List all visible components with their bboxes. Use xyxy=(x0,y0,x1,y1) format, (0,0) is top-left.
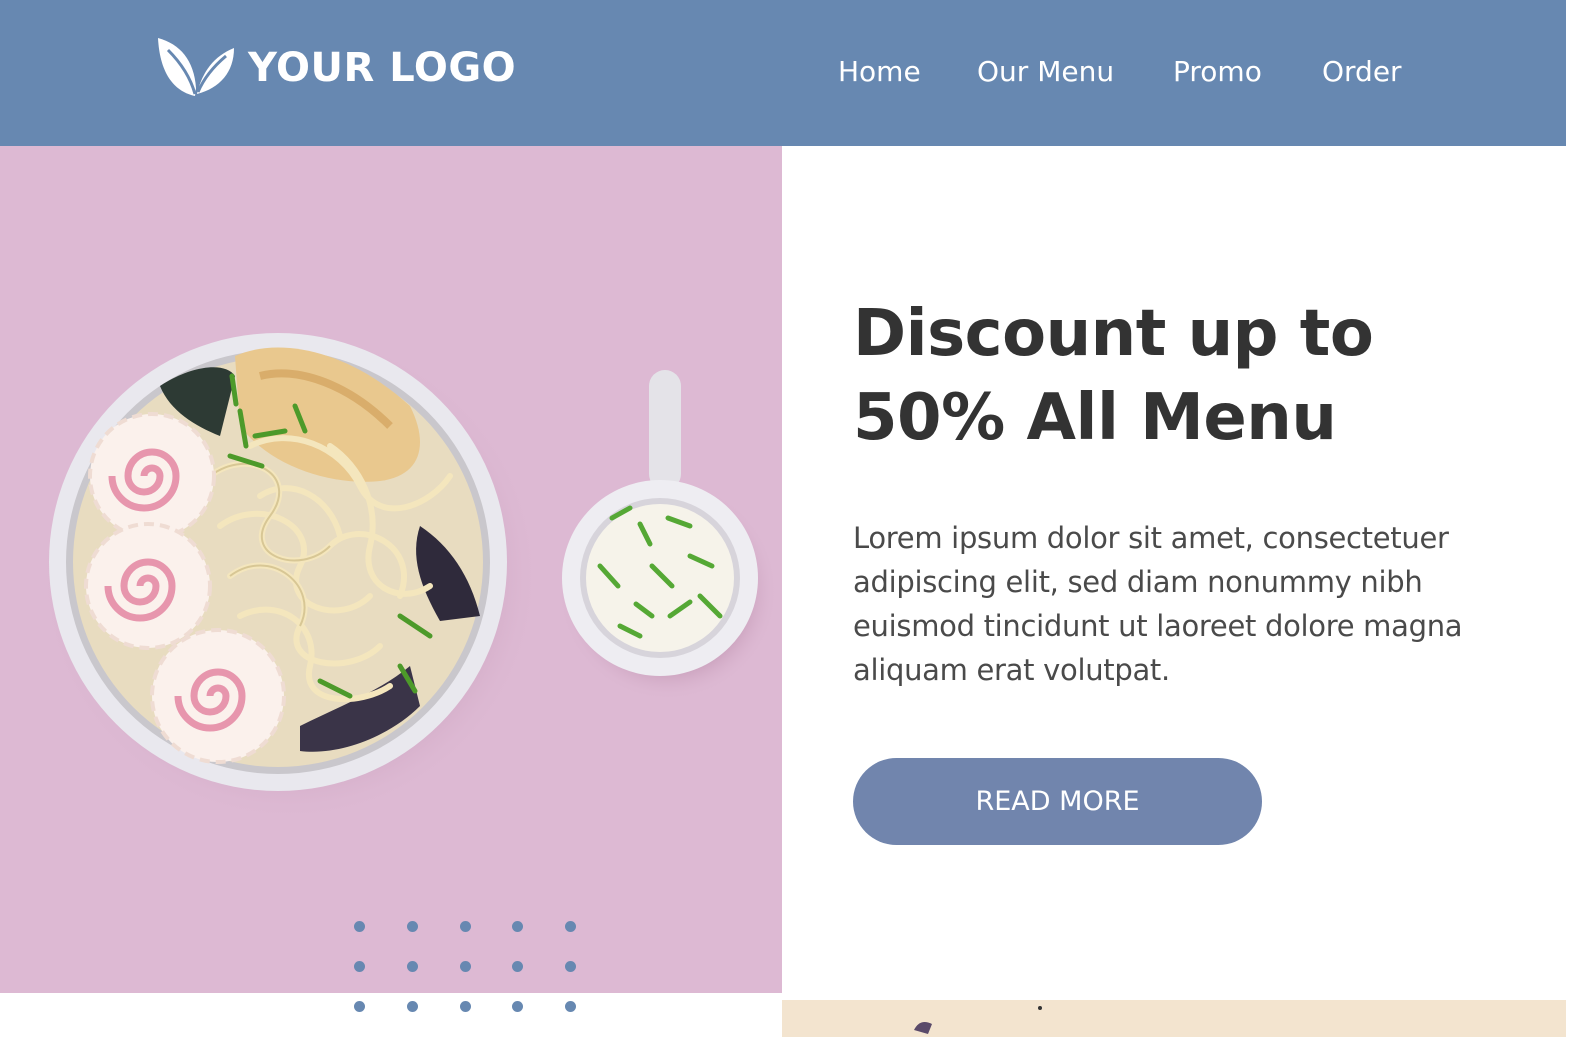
hero-headline: Discount up to 50% All Menu xyxy=(853,292,1543,460)
dot xyxy=(512,1001,523,1012)
dot xyxy=(512,961,523,972)
headline-line-2: 50% All Menu xyxy=(853,381,1337,455)
read-more-button[interactable]: READ MORE xyxy=(853,758,1262,845)
dot xyxy=(354,961,365,972)
ramen-illustration xyxy=(40,330,778,822)
nav-our-menu[interactable]: Our Menu xyxy=(977,50,1114,94)
dot xyxy=(565,1001,576,1012)
next-section-image-preview xyxy=(782,1000,1566,1037)
hero-body-text: Lorem ipsum dolor sit amet, consectetuer… xyxy=(853,521,1463,687)
dot xyxy=(460,961,471,972)
hero-food-image xyxy=(0,146,782,993)
decorative-dots xyxy=(354,921,584,1017)
dot xyxy=(354,1001,365,1012)
dot xyxy=(460,1001,471,1012)
dot xyxy=(354,921,365,932)
nav-order[interactable]: Order xyxy=(1322,50,1402,94)
site-header: YOUR LOGO Home Our Menu Promo Order xyxy=(0,0,1566,146)
preview-illustration xyxy=(914,1006,1042,1034)
dot xyxy=(512,921,523,932)
headline-line-1: Discount up to xyxy=(853,297,1374,371)
hero-content: Discount up to 50% All Menu Lorem ipsum … xyxy=(853,292,1543,721)
nav-home[interactable]: Home xyxy=(838,50,921,94)
dot xyxy=(565,961,576,972)
dot xyxy=(460,921,471,932)
main-nav: Home Our Menu Promo Order xyxy=(0,50,1566,94)
dot xyxy=(407,1001,418,1012)
nav-promo[interactable]: Promo xyxy=(1173,50,1262,94)
dot xyxy=(565,921,576,932)
page-edge xyxy=(1566,0,1578,1037)
dot xyxy=(407,961,418,972)
dot xyxy=(407,921,418,932)
